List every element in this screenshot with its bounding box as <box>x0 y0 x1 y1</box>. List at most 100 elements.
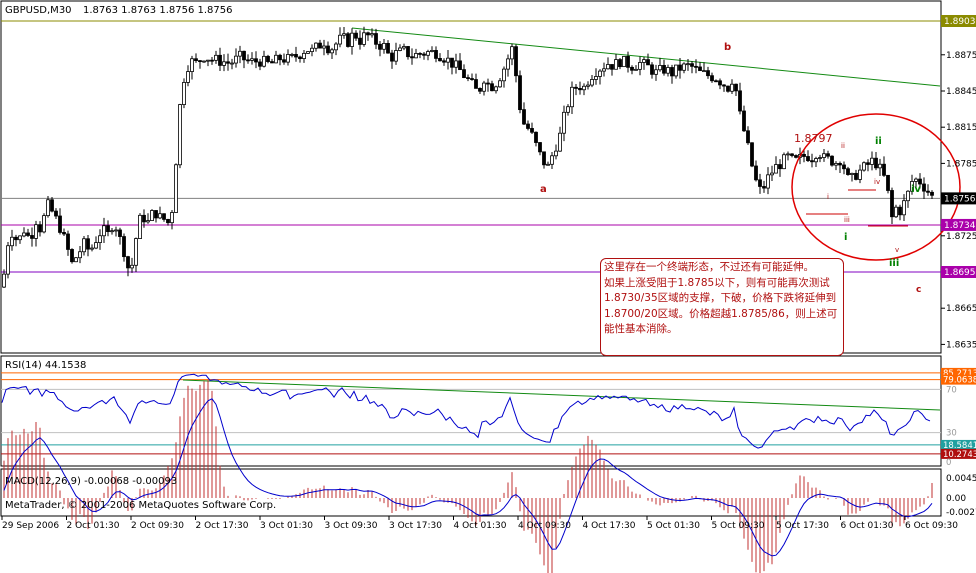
candle-body <box>198 60 202 63</box>
rsi-tick-label: 30 <box>946 429 957 439</box>
wave-label-b: b <box>724 42 731 53</box>
rsi-tick-label: 70 <box>946 385 957 395</box>
candle-body <box>54 210 58 217</box>
candle-body <box>266 55 270 62</box>
candle-body <box>842 164 846 170</box>
candle-body <box>538 142 542 153</box>
candle-body <box>186 71 190 83</box>
candle-body <box>278 54 282 61</box>
macd-title: MACD(12,26,9) -0.00068 -0.00093 <box>5 476 177 487</box>
candle-body <box>162 213 166 220</box>
candle-body <box>742 110 746 132</box>
candle-body <box>142 214 146 223</box>
candle-body <box>382 43 386 50</box>
candle-body <box>786 153 790 156</box>
candle-body <box>894 206 898 218</box>
candle-body <box>626 56 630 68</box>
time-tick-label: 4 Oct 01:30 <box>454 521 507 531</box>
candle-body <box>362 32 366 45</box>
candle-body <box>810 160 814 163</box>
candle-body <box>46 199 50 217</box>
candle-body <box>582 85 586 91</box>
candle-body <box>102 225 106 237</box>
candle-body <box>430 50 434 52</box>
candle-body <box>706 70 710 77</box>
wave-label-green-ii: ii <box>875 136 882 147</box>
candle-body <box>498 80 502 88</box>
candle-body <box>226 61 230 64</box>
candle-body <box>690 63 694 67</box>
candle-body <box>462 69 466 78</box>
candle-body <box>126 256 130 269</box>
candle-body <box>766 174 770 189</box>
candle-body <box>94 242 98 249</box>
candle-body <box>106 225 110 233</box>
candle-body <box>274 54 278 64</box>
candle-body <box>574 86 578 89</box>
price-tick-label: 1.8665 <box>946 304 976 314</box>
candle-body <box>926 190 930 193</box>
candle-body <box>238 50 242 57</box>
candle-body <box>290 54 294 56</box>
candle-body <box>70 249 74 263</box>
candle-body <box>534 131 538 143</box>
candle-body <box>182 82 186 105</box>
candle-body <box>726 85 730 92</box>
candle-body <box>834 163 838 166</box>
candle-body <box>702 70 706 73</box>
candle-body <box>682 63 686 71</box>
candle-body <box>118 229 122 237</box>
candle-body <box>930 191 934 196</box>
candle-body <box>62 232 66 235</box>
candle-body <box>302 52 306 59</box>
candle-body <box>898 206 902 216</box>
rsi-tick-label: 0 <box>946 458 951 468</box>
candle-body <box>210 59 214 62</box>
candle-body <box>270 61 274 64</box>
time-tick-label: 4 Oct 17:30 <box>583 521 636 531</box>
candle-body <box>358 37 362 45</box>
macd-tick-label: 0.00454 <box>946 474 976 484</box>
candle-body <box>90 247 94 250</box>
candle-body <box>346 33 350 47</box>
time-tick-label: 4 Oct 09:30 <box>518 521 571 531</box>
candle-body <box>670 67 674 77</box>
price-badge-label: 1.8756 <box>944 194 976 204</box>
candle-body <box>606 64 610 70</box>
candle-body <box>426 51 430 56</box>
candle-body <box>378 43 382 50</box>
candle-body <box>566 106 570 113</box>
candle-body <box>838 163 842 166</box>
candle-body <box>486 82 490 85</box>
candle-body <box>306 51 310 54</box>
candle-body <box>794 155 798 158</box>
candle-body <box>10 236 14 247</box>
candle-body <box>922 183 926 192</box>
candle-body <box>570 86 574 108</box>
candle-body <box>466 77 470 79</box>
time-tick-label: 29 Sep 2006 <box>2 521 59 531</box>
candle-body <box>638 62 642 70</box>
time-tick-label: 6 Oct 09:30 <box>905 521 958 531</box>
candle-body <box>770 172 774 176</box>
candle-body <box>110 230 114 233</box>
candle-body <box>30 235 34 239</box>
candle-body <box>862 162 866 171</box>
candle-body <box>470 78 474 80</box>
candle-body <box>310 47 314 53</box>
candle-body <box>190 58 194 72</box>
candle-body <box>814 158 818 163</box>
candle-body <box>906 190 910 202</box>
wave-label-c: c <box>916 285 921 295</box>
candle-body <box>914 178 918 182</box>
candle-body <box>458 60 462 71</box>
candle-body <box>686 63 690 66</box>
candle-body <box>158 213 162 219</box>
candle-body <box>86 238 90 250</box>
candle-body <box>694 65 698 68</box>
candle-body <box>178 104 182 166</box>
candle-body <box>138 214 142 239</box>
candle-body <box>530 128 534 133</box>
candle-body <box>206 59 210 62</box>
candle-body <box>870 157 874 165</box>
